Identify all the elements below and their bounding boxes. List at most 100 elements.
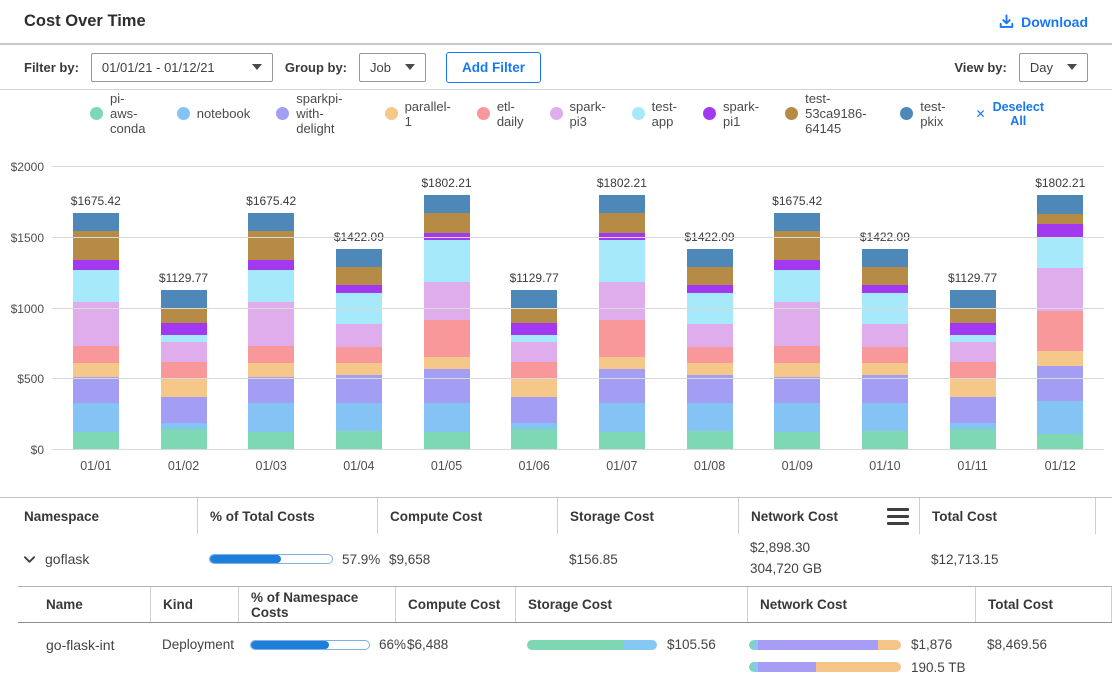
storage-cost-cell: $105.56 — [515, 638, 747, 652]
add-filter-button[interactable]: Add Filter — [446, 52, 541, 83]
chevron-down-icon[interactable] — [24, 554, 35, 565]
bar-segment-spark-pi3 — [862, 324, 908, 347]
col-header-pct-namespace: % of Namespace Costs — [238, 587, 395, 622]
download-button[interactable]: Download — [999, 14, 1088, 30]
bar-stack — [687, 249, 733, 450]
legend-item-spark-pi3[interactable]: spark-pi3 — [550, 99, 606, 129]
deselect-all-button[interactable]: ✕ Deselect All — [976, 100, 1045, 128]
x-axis-label: 01/07 — [578, 450, 666, 473]
series-color-dot — [90, 107, 103, 120]
group-by-select[interactable]: Job — [359, 53, 426, 82]
chart-bar-01-03[interactable]: $1675.42 — [227, 167, 315, 450]
network-volume-bar — [749, 662, 901, 672]
namespace-cell: goflask — [16, 551, 197, 567]
series-color-dot — [900, 107, 913, 120]
bar-segment-test-app — [950, 335, 996, 342]
bar-segment-pi-aws-conda — [599, 432, 645, 450]
y-axis-label: $0 — [31, 443, 44, 457]
bar-segment-test-pkix — [511, 290, 557, 309]
chart-bar-01-12[interactable]: $1802.21 — [1016, 167, 1104, 450]
progress-bar — [209, 554, 333, 564]
bar-segment-spark-pi3 — [687, 324, 733, 347]
legend-item-spark-pi1[interactable]: spark-pi1 — [703, 99, 759, 129]
legend-item-notebook[interactable]: notebook — [177, 106, 251, 121]
legend-item-test-app[interactable]: test-app — [632, 99, 677, 129]
x-axis-label: 01/01 — [52, 450, 140, 473]
menu-icon[interactable] — [887, 508, 909, 525]
legend-item-sparkpi-with-delight[interactable]: sparkpi-with-delight — [276, 91, 358, 136]
bar-total-label: $1129.77 — [948, 271, 997, 285]
storage-cost-value: $105.56 — [667, 638, 716, 652]
bar-segment-test-app — [599, 240, 645, 282]
mini-bar-segment — [758, 662, 816, 672]
bar-segment-test-53ca9186-64145 — [687, 267, 733, 284]
bar-segment-pi-aws-conda — [687, 431, 733, 450]
legend-item-label: spark-pi3 — [570, 99, 606, 129]
bar-stack — [599, 195, 645, 450]
group-by-label: Group by: — [285, 60, 347, 75]
legend-item-test-53ca9186-64145[interactable]: test-53ca9186-64145 — [785, 91, 874, 136]
bar-segment-test-53ca9186-64145 — [599, 213, 645, 233]
namespace-table: Namespace % of Total Costs Compute Cost … — [0, 497, 1112, 586]
legend-item-pi-aws-conda[interactable]: pi-aws-conda — [90, 91, 151, 136]
bar-segment-test-53ca9186-64145 — [248, 231, 294, 260]
namespace-name: goflask — [45, 551, 89, 567]
compute-cost-cell: $6,488 — [395, 638, 515, 652]
chart-bar-01-07[interactable]: $1802.21 — [578, 167, 666, 450]
bar-segment-spark-pi1 — [248, 260, 294, 270]
bar-segment-parallel-1 — [599, 357, 645, 370]
y-axis-label: $1500 — [11, 231, 44, 245]
legend-item-label: sparkpi-with-delight — [296, 91, 358, 136]
bar-segment-test-app — [161, 335, 207, 342]
bar-stack — [950, 290, 996, 450]
bar-segment-test-app — [774, 270, 820, 303]
chevron-down-icon — [1067, 64, 1077, 70]
y-axis-label: $1000 — [11, 302, 44, 316]
chart-bar-01-11[interactable]: $1129.77 — [929, 167, 1017, 450]
pct-namespace-cell: 66% — [238, 638, 395, 652]
chart-bar-01-04[interactable]: $1422.09 — [315, 167, 403, 450]
gridline — [52, 449, 1104, 450]
bar-segment-test-pkix — [774, 213, 820, 231]
chart-bar-01-05[interactable]: $1802.21 — [403, 167, 491, 450]
bar-total-label: $1675.42 — [246, 194, 296, 208]
download-label: Download — [1021, 14, 1088, 30]
bar-segment-parallel-1 — [774, 363, 820, 378]
bar-segment-sparkpi-with-delight — [336, 375, 382, 402]
chart-bar-01-10[interactable]: $1422.09 — [841, 167, 929, 450]
legend-item-parallel-1[interactable]: parallel-1 — [385, 99, 451, 129]
bar-segment-notebook — [687, 403, 733, 432]
x-axis-label: 01/09 — [753, 450, 841, 473]
table-row-goflask[interactable]: goflask 57.9% $9,658 $156.85 $2,898.30 3… — [0, 534, 1112, 586]
bar-segment-sparkpi-with-delight — [950, 397, 996, 423]
bar-segment-pi-aws-conda — [1037, 434, 1083, 450]
series-color-dot — [632, 107, 645, 120]
chart-bar-01-06[interactable]: $1129.77 — [490, 167, 578, 450]
legend-item-test-pkix[interactable]: test-pkix — [900, 99, 945, 129]
bar-segment-etl-daily — [248, 346, 294, 362]
network-cost-header-label: Network Cost — [751, 509, 838, 524]
bar-segment-etl-daily — [774, 346, 820, 362]
bar-segment-spark-pi1 — [73, 260, 119, 270]
table-row-go-flask-int[interactable]: go-flask-int Deployment 66% $6,488 $105.… — [18, 623, 1112, 674]
bar-segment-spark-pi1 — [950, 323, 996, 335]
workload-table: Name Kind % of Namespace Costs Compute C… — [18, 586, 1112, 674]
bar-segment-spark-pi1 — [862, 285, 908, 294]
bar-segment-sparkpi-with-delight — [862, 375, 908, 402]
bar-segment-etl-daily — [599, 320, 645, 357]
legend-item-etl-daily[interactable]: etl-daily — [477, 99, 524, 129]
bar-segment-test-pkix — [161, 290, 207, 309]
chart-legend: pi-aws-conda notebook sparkpi-with-delight… — [0, 90, 1112, 137]
bar-segment-spark-pi3 — [599, 282, 645, 320]
chart-bar-01-09[interactable]: $1675.42 — [753, 167, 841, 450]
date-range-value: 01/01/21 - 01/12/21 — [102, 60, 215, 75]
bar-segment-parallel-1 — [73, 363, 119, 378]
chart-bar-01-02[interactable]: $1129.77 — [140, 167, 228, 450]
chart-bar-01-08[interactable]: $1422.09 — [666, 167, 754, 450]
bar-segment-test-pkix — [248, 213, 294, 231]
bar-segment-test-53ca9186-64145 — [511, 309, 557, 323]
series-color-dot — [550, 107, 563, 120]
view-by-select[interactable]: Day — [1019, 53, 1088, 82]
chart-bar-01-01[interactable]: $1675.42 — [52, 167, 140, 450]
date-range-select[interactable]: 01/01/21 - 01/12/21 — [91, 53, 273, 82]
